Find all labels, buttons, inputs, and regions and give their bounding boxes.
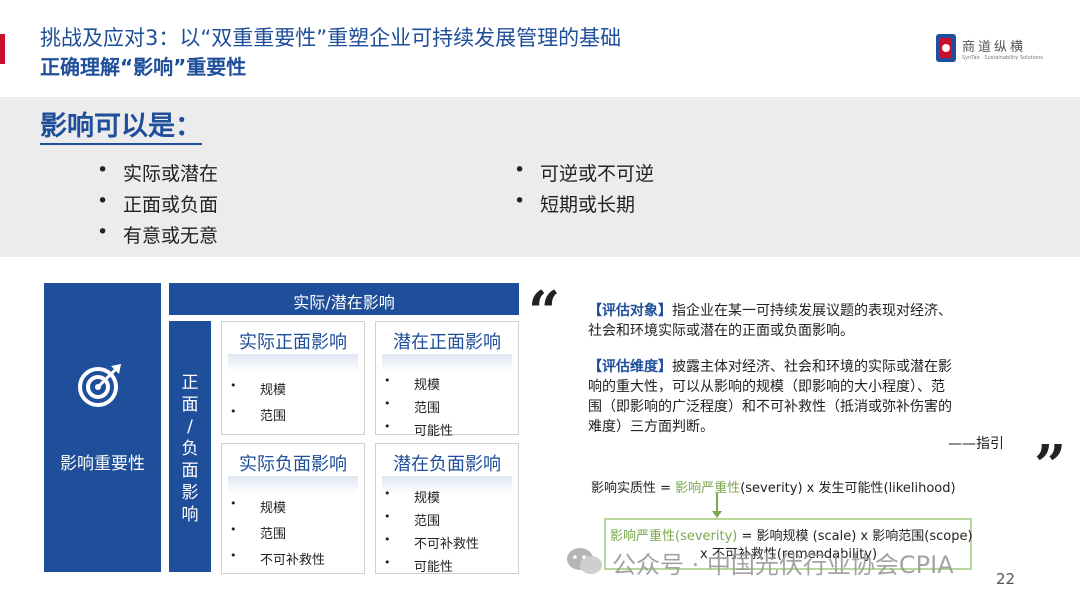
slide-title: 挑战及应对3：以“双重重要性”重塑企业可持续发展管理的基础 (40, 26, 622, 50)
quote-source: ——指引 (948, 436, 1004, 452)
impact-materiality-label: 影响重要性 (60, 454, 145, 474)
quadrant-title-band (382, 476, 512, 494)
quadrant-title: 实际正面影响 (239, 332, 347, 353)
quadrant-item: 可能性 (384, 556, 453, 575)
logo-subtext: SynTao · Sustainability Solutions (962, 55, 1043, 61)
intro-bullet: 正面或负面 (97, 190, 218, 217)
evaluation-object-text: 【评估对象】指企业在某一可持续发展议题的表现对经济、 社会和环境实际或潜在的正面… (588, 301, 1018, 341)
close-quote-mark: ” (1034, 433, 1067, 499)
intro-bullet: 短期或长期 (514, 190, 635, 217)
formula-line-2: 影响严重性(severity) = 影响规模 (scale) x 影响范围(sc… (610, 525, 973, 544)
quadrant-potential-negative: 潜在负面影响 规模 范围 不可补救性 可能性 (375, 443, 519, 575)
quadrant-item: 范围 (230, 523, 286, 542)
quadrant-item: 不可补救性 (384, 533, 479, 552)
quadrant-item: 范围 (384, 397, 440, 416)
actual-potential-label: 实际/潜在影响 (293, 293, 395, 312)
formula-highlight: 影响严重性 (675, 481, 741, 496)
quadrant-potential-positive: 潜在正面影响 规模 范围 可能性 (375, 321, 519, 439)
logo-emblem (936, 34, 956, 62)
quadrant-item: 规模 (230, 497, 286, 516)
evaluation-dimension-tag: 【评估维度】 (588, 359, 672, 375)
evaluation-dimension-text: 【评估维度】披露主体对经济、社会和环境的实际或潜在影 响的重大性，可以从影响的规… (588, 357, 1018, 437)
quadrant-title: 潜在正面影响 (393, 332, 501, 353)
intro-bullet: 实际或潜在 (97, 159, 218, 186)
evaluation-object-line: 社会和环境实际或潜在的正面或负面影响。 (588, 323, 854, 339)
quadrant-item: 规模 (230, 379, 286, 398)
down-arrow-icon (712, 493, 722, 518)
quadrant-title-band (228, 354, 358, 372)
formula-text: = 影响规模 (scale) x 影响范围(scope) (737, 529, 973, 544)
evaluation-dimension-line: 围（即影响的广泛程度）和不可补救性（抵消或弥补伤害的 (588, 399, 952, 415)
evaluation-object-tag: 【评估对象】 (588, 303, 672, 319)
evaluation-object-line: 指企业在某一可持续发展议题的表现对经济、 (672, 303, 952, 319)
page-number: 22 (996, 570, 1016, 588)
target-icon (78, 364, 121, 407)
open-quote-mark: “ (528, 279, 561, 345)
quadrant-item: 范围 (384, 510, 440, 529)
intro-bullet: 有意或无意 (97, 221, 218, 248)
quadrant-actual-negative: 实际负面影响 规模 范围 不可补救性 (221, 443, 365, 574)
intro-heading: 影响可以是： (40, 111, 202, 145)
slide-subtitle: 正确理解“影响”重要性 (40, 55, 247, 79)
formula-highlight: 影响严重性(severity) (610, 529, 738, 544)
quadrant-title: 潜在负面影响 (393, 454, 501, 475)
evaluation-dimension-line: 披露主体对经济、社会和环境的实际或潜在影 (672, 359, 952, 375)
quadrant-item: 不可补救性 (230, 549, 325, 568)
impact-materiality-panel (44, 283, 161, 572)
quadrant-item: 可能性 (384, 420, 453, 439)
quadrant-item: 规模 (384, 374, 440, 393)
formula-text: (severity) x 发生可能性(likelihood) (740, 481, 956, 496)
logo-text: 商道纵横 (962, 40, 1027, 55)
quadrant-title-band (382, 354, 512, 372)
formula-text: 影响实质性 = (591, 481, 676, 496)
wechat-icon (567, 548, 602, 574)
header-accent-bar (0, 34, 5, 64)
quadrant-actual-positive: 实际正面影响 规模 范围 (221, 321, 365, 435)
quadrant-title-band (228, 476, 358, 494)
positive-negative-label: 正面 / 负面影响 (181, 373, 199, 525)
quadrant-title: 实际负面影响 (239, 454, 347, 475)
formula-line-1: 影响实质性 = 影响严重性(severity) x 发生可能性(likeliho… (591, 477, 956, 496)
quadrant-item: 规模 (384, 487, 440, 506)
watermark-text: 公众号 · 中国光伏行业协会CPIA (612, 551, 954, 579)
evaluation-dimension-line: 响的重大性，可以从影响的规模（即影响的大小程度）、范 (588, 379, 945, 395)
intro-bullet: 可逆或不可逆 (514, 159, 654, 186)
quadrant-item: 范围 (230, 405, 286, 424)
